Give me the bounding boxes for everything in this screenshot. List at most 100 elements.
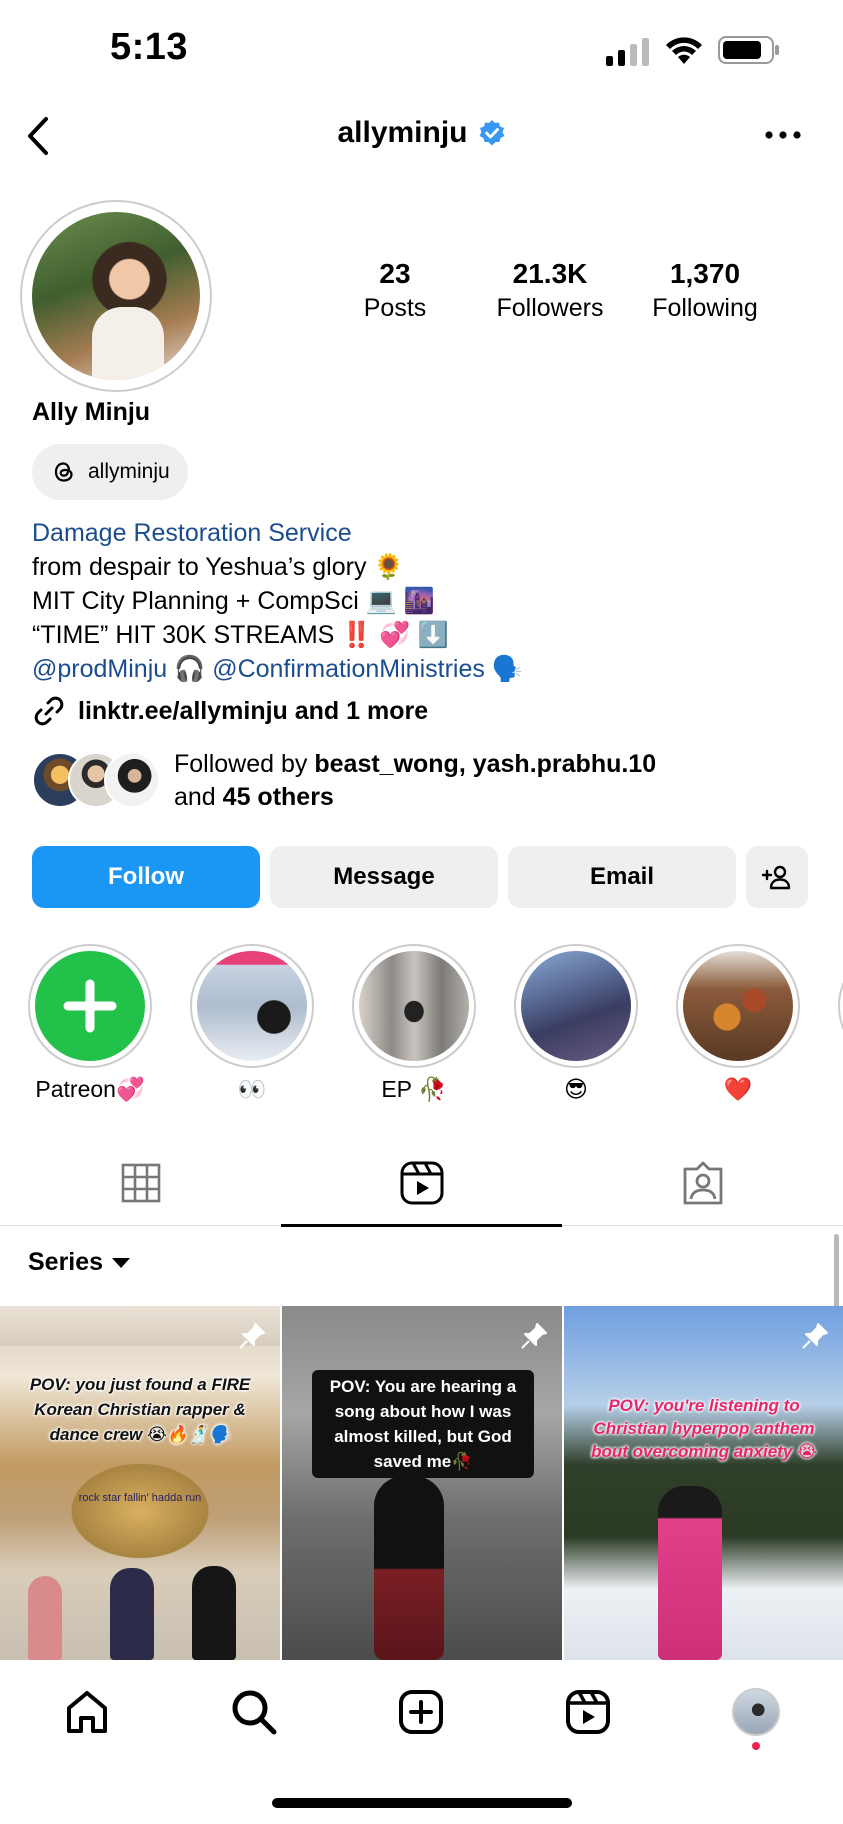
highlight-cover — [683, 951, 793, 1061]
highlight-partial[interactable] — [836, 944, 843, 1068]
reel-caption: POV: You are hearing a song about how I … — [312, 1370, 534, 1478]
highlight-ring — [352, 944, 476, 1068]
highlight-label: 😎 — [564, 1076, 588, 1102]
caret-down-icon — [112, 1257, 131, 1268]
nav-search[interactable] — [224, 1682, 284, 1742]
nav-reels[interactable] — [558, 1682, 618, 1742]
cellular-signal-icon — [606, 38, 649, 66]
pin-icon — [239, 1323, 265, 1349]
highlight-ring — [190, 944, 314, 1068]
mutual-avatars — [32, 752, 162, 810]
stat-followers[interactable]: 21.3K Followers — [475, 258, 625, 323]
suggested-accounts-button[interactable] — [746, 846, 808, 908]
profile-category[interactable]: Damage Restoration Service — [32, 516, 812, 550]
stat-posts-value: 23 — [379, 258, 411, 289]
verified-badge-icon — [479, 120, 505, 146]
bio-mentions-line: @prodMinju 🎧 @ConfirmationMinistries 🗣️ — [32, 652, 812, 686]
story-highlights: Patreon💞 👀 EP 🥀 😎 ❤️ — [0, 944, 843, 1114]
highlight-ring — [838, 944, 843, 1068]
pin-icon — [802, 1323, 828, 1349]
highlight-patreon[interactable]: Patreon💞 — [26, 944, 154, 1103]
highlight-ep[interactable]: EP 🥀 — [350, 944, 478, 1103]
header-username: allyminju — [337, 116, 468, 149]
more-options-button[interactable] — [763, 120, 803, 150]
tab-reels[interactable] — [281, 1140, 562, 1227]
highlight-label: ❤️ — [723, 1076, 753, 1102]
mention-tail: 🗣️ — [484, 655, 523, 683]
add-post-icon — [399, 1690, 443, 1734]
reel-caption: POV: you just found a FIRE Korean Christ… — [29, 1375, 251, 1444]
series-label: Series — [28, 1248, 104, 1276]
home-icon — [67, 1691, 107, 1733]
profile-header: allyminju — [0, 100, 843, 180]
notification-dot — [752, 1742, 760, 1750]
battery-icon — [718, 36, 779, 64]
bio-line-1: from despair to Yeshua’s glory 🌻 — [32, 553, 405, 581]
stat-following-value: 1,370 — [669, 258, 741, 289]
highlight-label: EP 🥀 — [381, 1076, 447, 1102]
more-horizontal-icon — [765, 131, 801, 139]
stat-following[interactable]: 1,370 Following — [630, 258, 780, 323]
tab-tagged[interactable] — [562, 1140, 843, 1226]
status-time: 5:13 — [110, 26, 189, 68]
followed-by-and: and — [174, 783, 223, 811]
stat-followers-label: Followers — [496, 294, 604, 322]
highlight-cover — [197, 951, 307, 1061]
highlight-cover — [359, 951, 469, 1061]
nav-home[interactable] — [57, 1682, 117, 1742]
mention-prodminju[interactable]: @prodMinju — [32, 655, 167, 683]
highlight-ring — [676, 944, 800, 1068]
profile-avatar-small — [732, 1688, 780, 1736]
follow-button[interactable]: Follow — [32, 846, 260, 908]
profile-stats: 23 Posts 21.3K Followers 1,370 Following — [320, 258, 780, 323]
followed-by-text: Followed by beast_wong, yash.prabhu.10 a… — [174, 748, 656, 814]
reel-tile[interactable]: POV: You are hearing a song about how I … — [282, 1306, 562, 1660]
reel-subcaption: rock star fallin' hadda run — [78, 1492, 202, 1504]
stat-posts-label: Posts — [363, 294, 427, 322]
highlight-ring — [28, 944, 152, 1068]
mention-confirmationministries[interactable]: @ConfirmationMinistries — [212, 655, 485, 683]
reel-tile[interactable]: POV: you're listening to Christian hyper… — [564, 1306, 843, 1660]
highlight-label: Patreon💞 — [35, 1076, 145, 1102]
highlight-cool[interactable]: 😎 — [512, 944, 640, 1103]
tab-posts-grid[interactable] — [0, 1140, 281, 1226]
message-button[interactable]: Message — [270, 846, 498, 908]
profile-avatar[interactable] — [20, 200, 212, 392]
grid-icon — [121, 1163, 160, 1203]
display-name: Ally Minju — [32, 398, 151, 426]
external-link[interactable]: linktr.ee/allyminju and 1 more — [32, 694, 428, 728]
highlight-eyes[interactable]: 👀 — [188, 944, 316, 1103]
nav-profile[interactable] — [726, 1682, 786, 1742]
email-button[interactable]: Email — [508, 846, 736, 908]
mutual-avatar-3 — [104, 752, 160, 808]
followed-by-names: beast_wong, yash.prabhu.10 — [314, 750, 657, 778]
reels-icon — [566, 1690, 610, 1734]
reels-grid: POV: you just found a FIRE Korean Christ… — [0, 1306, 843, 1660]
threads-badge[interactable]: allyminju — [32, 444, 188, 500]
stat-posts[interactable]: 23 Posts — [320, 258, 470, 323]
scrollbar[interactable] — [834, 1234, 839, 1314]
series-dropdown[interactable]: Series — [28, 1248, 131, 1277]
highlight-label: 👀 — [237, 1076, 267, 1102]
followed-by-others: 45 others — [222, 783, 334, 811]
pin-icon — [521, 1323, 547, 1349]
tagged-person-icon — [683, 1161, 722, 1205]
threads-icon — [54, 462, 73, 482]
external-link-text: linktr.ee/allyminju and 1 more — [78, 696, 429, 725]
wifi-icon — [666, 37, 702, 64]
nav-create[interactable] — [391, 1682, 451, 1742]
followed-by-prefix: Followed by — [174, 750, 315, 778]
reel-tile[interactable]: POV: you just found a FIRE Korean Christ… — [0, 1306, 280, 1660]
highlight-ring — [514, 944, 638, 1068]
bio-line-2: MIT City Planning + CompSci 💻 🌆 — [32, 587, 435, 615]
add-person-icon — [761, 865, 791, 890]
followed-by[interactable]: Followed by beast_wong, yash.prabhu.10 a… — [32, 748, 812, 818]
content-tabs — [0, 1140, 843, 1227]
bio-line-3: “TIME” HIT 30K STREAMS ‼️ 💞 ⬇️ — [32, 621, 449, 649]
home-indicator[interactable] — [272, 1798, 572, 1808]
stat-following-label: Following — [652, 294, 758, 322]
stat-followers-value: 21.3K — [512, 258, 588, 289]
highlight-heart[interactable]: ❤️ — [674, 944, 802, 1103]
reels-icon — [400, 1161, 443, 1205]
plus-icon — [35, 951, 145, 1061]
